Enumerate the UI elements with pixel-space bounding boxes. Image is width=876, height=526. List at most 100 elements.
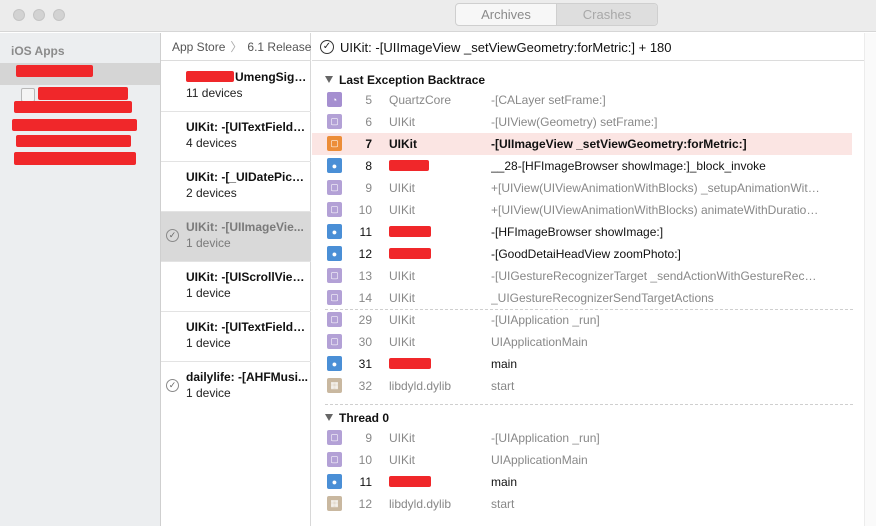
- crash-list-item-selected[interactable]: ✓ UIKit: -[UIImageVie... 1 device: [161, 212, 311, 262]
- section-title: Last Exception Backtrace: [339, 73, 486, 87]
- crash-title: UIKit: -[UITextField f...: [186, 320, 308, 334]
- backtrace-frame[interactable]: ▦ 12 libdyld.dylib start: [312, 493, 852, 515]
- sidebar-item-app-selected[interactable]: [0, 63, 160, 85]
- backtrace-frame[interactable]: ▢ 10 UIKit UIApplicationMain: [312, 449, 852, 471]
- breadcrumb: App Store 〉 6.1 Release: [161, 33, 311, 61]
- crash-list-item[interactable]: UIKit: -[_UIDatePick... 2 devices: [161, 162, 311, 212]
- redaction-mark: [389, 226, 431, 237]
- redaction-mark: [38, 87, 128, 100]
- resolved-check-icon[interactable]: ✓: [320, 40, 334, 54]
- redaction-mark: [389, 358, 431, 369]
- crash-title: UmengSign...: [235, 70, 308, 84]
- frame-number: 8: [365, 159, 372, 173]
- resolved-check-icon[interactable]: ✓: [166, 379, 179, 392]
- redaction-mark: [16, 135, 131, 147]
- crash-device-count: 1 device: [186, 386, 231, 400]
- section-divider: [325, 404, 853, 405]
- section-header-thread-0[interactable]: Thread 0: [325, 411, 389, 425]
- backtrace-frame[interactable]: ● 11 main: [312, 471, 852, 493]
- frame-symbol: -[GoodDetaiHeadView zoomPhoto:]: [491, 247, 681, 261]
- frame-number: 30: [358, 335, 372, 349]
- apps-sidebar: iOS Apps: [0, 33, 161, 526]
- frame-number: 9: [365, 431, 372, 445]
- user-frame-icon: ●: [327, 224, 342, 239]
- backtrace-frame[interactable]: ● 8 __28-[HFImageBrowser showImage:]_blo…: [312, 155, 852, 177]
- window-titlebar: Archives Crashes: [0, 0, 876, 32]
- backtrace-frame[interactable]: ▦ 32 libdyld.dylib start: [312, 375, 852, 397]
- crash-list-item[interactable]: UIKit: -[UIScrollView... 1 device: [161, 262, 311, 312]
- crash-list-item[interactable]: ✓ dailylife: -[AHFMusi... 1 device: [161, 362, 311, 412]
- crash-list: App Store 〉 6.1 Release UmengSign... 11 de…: [161, 33, 311, 526]
- crash-list-item[interactable]: UIKit: -[UITextField f... 1 device: [161, 312, 311, 362]
- framework-icon: ◔: [327, 92, 342, 107]
- backtrace-frame[interactable]: ▢ 13 UIKit -[UIGestureRecognizerTarget _…: [312, 265, 852, 287]
- crash-title: UIKit: -[UITextField f...: [186, 120, 308, 134]
- backtrace-frame[interactable]: ▢ 9 UIKit +[UIView(UIViewAnimationWithBl…: [312, 177, 852, 199]
- frame-symbol: -[UIGestureRecognizerTarget _sendActionW…: [491, 269, 821, 283]
- backtrace-frame[interactable]: ▢ 10 UIKit +[UIView(UIViewAnimationWithB…: [312, 199, 852, 221]
- crash-list-item[interactable]: UmengSign... 11 devices: [161, 62, 311, 112]
- system-frame-icon: ▢: [327, 114, 342, 129]
- frame-binary: QuartzCore: [389, 93, 452, 107]
- frame-symbol: _UIGestureRecognizerSendTargetActions: [491, 291, 714, 305]
- user-frame-icon: ●: [327, 246, 342, 261]
- resolved-check-icon[interactable]: ✓: [166, 229, 179, 242]
- crash-title: UIKit: -[UIImageVie...: [186, 220, 304, 234]
- tab-archives[interactable]: Archives: [456, 4, 556, 25]
- backtrace-frame[interactable]: ● 31 main: [312, 353, 852, 375]
- crash-device-count: 1 device: [186, 286, 231, 300]
- section-header-last-exception[interactable]: Last Exception Backtrace: [325, 73, 485, 87]
- library-icon: ▦: [327, 378, 342, 393]
- frame-symbol: -[UIView(Geometry) setFrame:]: [491, 115, 658, 129]
- crash-list-item[interactable]: UIKit: -[UITextField f... 4 devices: [161, 112, 311, 162]
- frame-number: 7: [365, 137, 372, 151]
- frame-binary: UIKit: [389, 335, 416, 349]
- frame-number: 12: [358, 247, 372, 261]
- redaction-mark: [12, 119, 137, 131]
- frame-symbol: __28-[HFImageBrowser showImage:]_block_i…: [491, 159, 766, 173]
- zoom-window-button[interactable]: [53, 9, 65, 21]
- frame-symbol: +[UIView(UIViewAnimationWithBlocks) anim…: [491, 203, 821, 217]
- backtrace-frame[interactable]: ◔ 5 QuartzCore -[CALayer setFrame:]: [312, 89, 852, 111]
- backtrace-frame[interactable]: ● 12 -[GoodDetaiHeadView zoomPhoto:]: [312, 243, 852, 265]
- frame-symbol: +[UIView(UIViewAnimationWithBlocks) _set…: [491, 181, 821, 195]
- backtrace-frame[interactable]: ▢ 14 UIKit _UIGestureRecognizerSendTarge…: [312, 287, 852, 309]
- frame-symbol: -[CALayer setFrame:]: [491, 93, 606, 107]
- system-frame-icon: ▢: [327, 268, 342, 283]
- frame-symbol: start: [491, 497, 515, 511]
- backtrace-frame[interactable]: ● 11 -[HFImageBrowser showImage:]: [312, 221, 852, 243]
- disclosure-triangle-icon[interactable]: [325, 76, 333, 83]
- frame-number: 29: [358, 313, 372, 327]
- user-frame-icon: ●: [327, 158, 342, 173]
- frame-symbol: -[UIImageView _setViewGeometry:forMetric…: [491, 137, 747, 151]
- tab-crashes[interactable]: Crashes: [556, 4, 657, 25]
- system-frame-icon: ▢: [327, 180, 342, 195]
- frame-binary: UIKit: [389, 431, 416, 445]
- backtrace-frame-crashed[interactable]: ▢ 7 UIKit -[UIImageView _setViewGeometry…: [312, 133, 852, 155]
- backtrace-frame[interactable]: ▢ 9 UIKit -[UIApplication _run]: [312, 427, 852, 449]
- backtrace-frame[interactable]: ▢ 6 UIKit -[UIView(Geometry) setFrame:]: [312, 111, 852, 133]
- backtrace-frame[interactable]: ▢ 30 UIKit UIApplicationMain: [312, 331, 852, 353]
- frame-number: 32: [358, 379, 372, 393]
- user-frame-icon: ●: [327, 356, 342, 371]
- crash-title: UIKit: -[UIScrollView...: [186, 270, 308, 284]
- frame-symbol: start: [491, 379, 515, 393]
- disclosure-triangle-icon[interactable]: [325, 414, 333, 421]
- frame-number: 10: [358, 203, 372, 217]
- close-window-button[interactable]: [13, 9, 25, 21]
- frame-symbol: UIApplicationMain: [491, 453, 588, 467]
- redaction-mark: [186, 71, 234, 82]
- minimize-window-button[interactable]: [33, 9, 45, 21]
- frame-binary: UIKit: [389, 291, 416, 305]
- frame-symbol: -[HFImageBrowser showImage:]: [491, 225, 664, 239]
- backtrace-frame[interactable]: ▢ 29 UIKit -[UIApplication _run]: [312, 309, 852, 331]
- frame-number: 6: [365, 115, 372, 129]
- breadcrumb-release[interactable]: 6.1 Release: [247, 40, 311, 54]
- detail-scrollbar[interactable]: [864, 33, 876, 526]
- breadcrumb-app-store[interactable]: App Store: [172, 40, 225, 54]
- frame-binary: UIKit: [389, 203, 416, 217]
- redaction-mark: [14, 152, 136, 165]
- redaction-mark: [14, 101, 132, 113]
- crash-detail-title: UIKit: -[UIImageView _setViewGeometry:fo…: [340, 40, 672, 55]
- system-frame-icon: ▢: [327, 312, 342, 327]
